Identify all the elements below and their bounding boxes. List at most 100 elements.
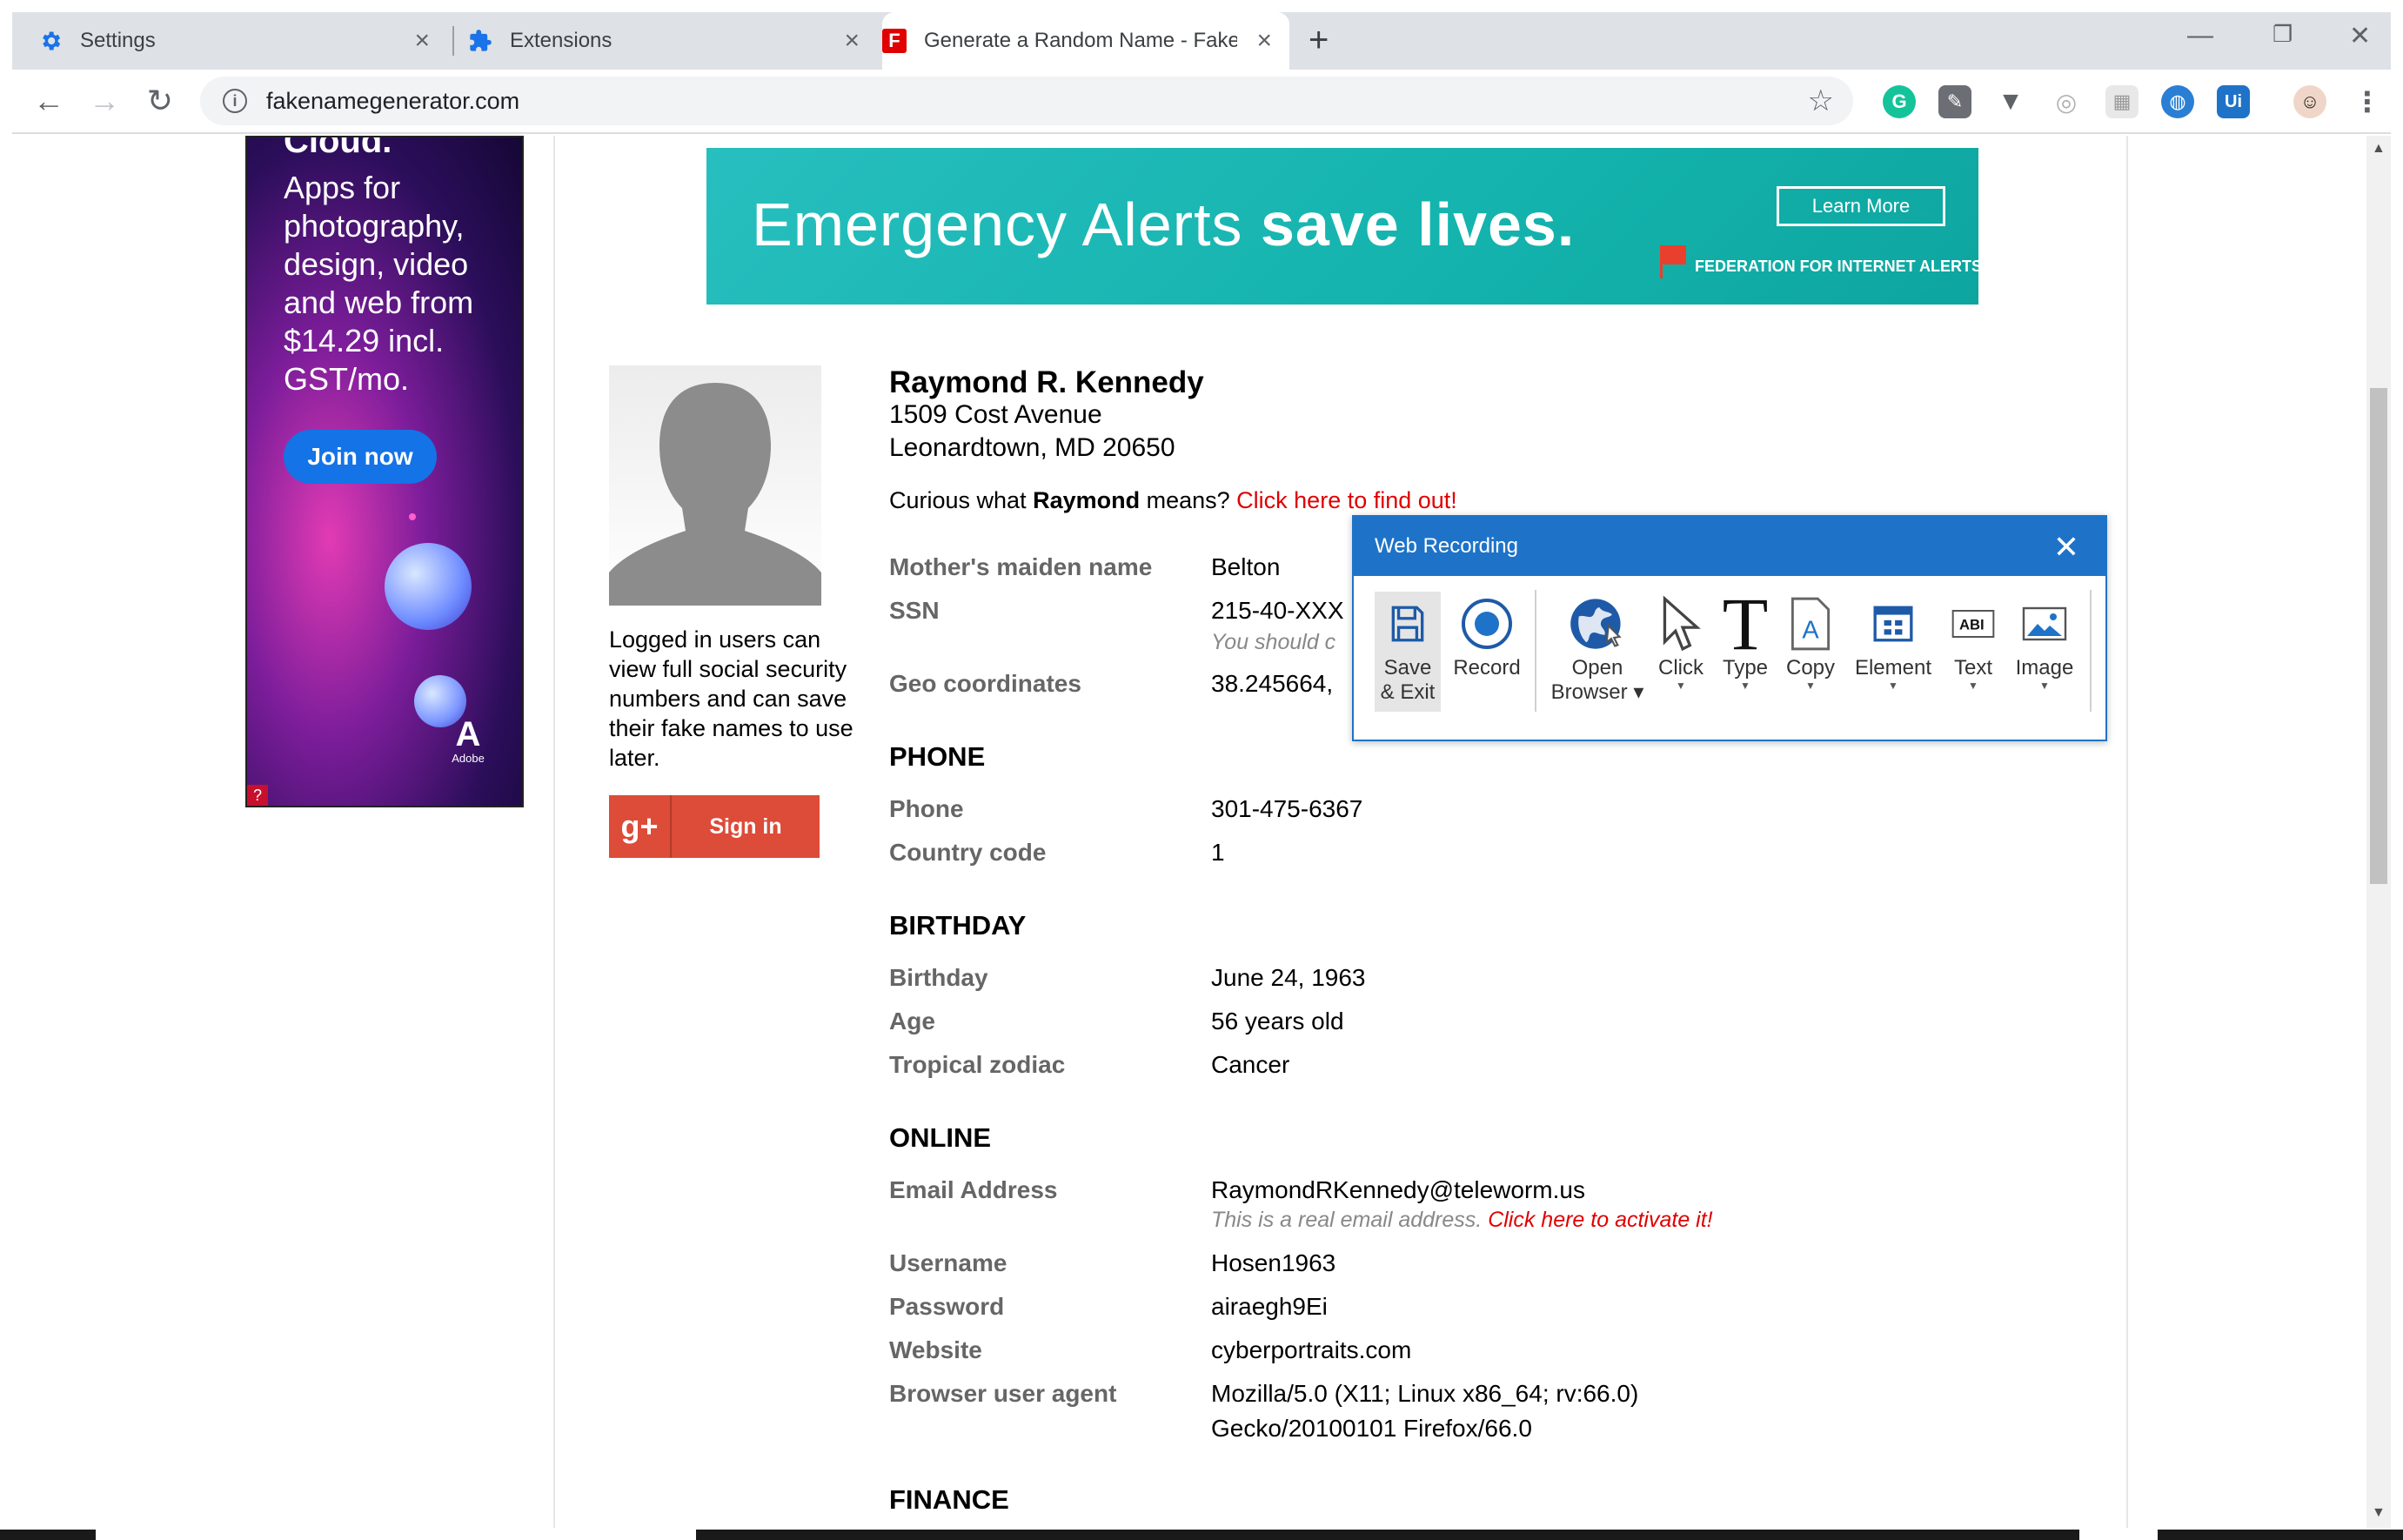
type-button[interactable]: T Type ▼ — [1717, 582, 1773, 692]
image-icon — [2022, 592, 2067, 656]
info-icon[interactable]: i — [223, 89, 247, 113]
grammarly-icon[interactable]: G — [1883, 85, 1916, 118]
scroll-up-icon[interactable]: ▲ — [2372, 141, 2386, 157]
taskbar-segment — [696, 1530, 2079, 1540]
birthday-label: Birthday — [889, 964, 988, 991]
ad-join-button[interactable]: Join now — [284, 430, 437, 484]
website-value: cyberportraits.com — [1211, 1336, 1412, 1363]
geo-value-link[interactable]: 38.245664, — [1211, 670, 1333, 698]
eyedropper-icon[interactable]: ✎ — [1938, 85, 1971, 118]
save-icon — [1386, 592, 1429, 656]
type-t-icon: T — [1722, 582, 1769, 666]
tab-fakename[interactable]: F Generate a Random Name - Fake × — [882, 12, 1289, 70]
person-silhouette-icon — [609, 383, 821, 606]
password-value: airaegh9Ei — [1211, 1293, 1328, 1320]
uipath-icon[interactable]: Ui — [2217, 85, 2250, 118]
svg-text:ABI: ABI — [1959, 617, 1985, 633]
open-browser-button[interactable]: Open Browser ▾ — [1549, 592, 1646, 705]
chevron-down-icon: ▼ — [1888, 680, 1898, 692]
email-value: RaymondRKennedy@teleworm.us — [1211, 1176, 1585, 1203]
zodiac-value: Cancer — [1211, 1051, 1290, 1078]
vue-icon[interactable]: ▼ — [1994, 85, 2027, 118]
flag-icon — [1660, 245, 1686, 278]
timer-icon[interactable]: ◎ — [2050, 85, 2083, 118]
ad-title: Cloud. — [284, 136, 392, 160]
scroll-down-icon[interactable]: ▼ — [2372, 1505, 2386, 1521]
close-icon[interactable]: × — [844, 26, 860, 56]
ssn-note: You should c — [1211, 630, 1336, 654]
reload-icon[interactable]: ↻ — [143, 83, 177, 118]
grid-extension-icon[interactable]: ▦ — [2105, 85, 2139, 118]
planet-graphic — [385, 543, 472, 630]
globe-extension-icon[interactable]: ◍ — [2161, 85, 2194, 118]
tab-label: Extensions — [510, 29, 612, 52]
zodiac-label: Tropical zodiac — [889, 1051, 1066, 1078]
copy-button[interactable]: A Copy ▼ — [1782, 592, 1839, 691]
click-button[interactable]: Click ▼ — [1653, 592, 1709, 691]
profile-avatar-icon[interactable]: ☺ — [2293, 85, 2326, 118]
chevron-down-icon: ▼ — [1740, 680, 1750, 692]
page-viewport: Cloud. Apps for photography, design, vid… — [12, 136, 2366, 1528]
restore-icon[interactable]: ❐ — [2272, 21, 2293, 48]
forward-icon[interactable]: → — [87, 83, 122, 118]
country-code-value: 1 — [1211, 839, 1225, 866]
sign-in-label: Sign in — [709, 814, 782, 839]
window-close-icon[interactable]: ✕ — [2349, 21, 2371, 51]
section-finance: FINANCE — [889, 1484, 1009, 1515]
text-button[interactable]: ABI Text ▼ — [1945, 592, 2001, 691]
chevron-down-icon: ▼ — [1805, 680, 1816, 692]
activate-email-link[interactable]: Click here to activate it! — [1488, 1208, 1712, 1232]
gear-icon — [38, 29, 63, 53]
chevron-down-icon: ▼ — [2039, 680, 2050, 692]
email-note: This is a real email address. Click here… — [1211, 1208, 1713, 1232]
section-online: ONLINE — [889, 1122, 992, 1153]
bookmark-star-icon[interactable]: ☆ — [1808, 84, 1834, 118]
tab-settings[interactable]: Settings × — [38, 12, 447, 70]
chevron-down-icon: ▼ — [1968, 680, 1978, 692]
taskbar-edge — [0, 1528, 2403, 1540]
adchoices-icon[interactable]: ? — [247, 785, 268, 806]
close-icon[interactable]: ✕ — [2053, 529, 2079, 566]
age-value: 56 years old — [1211, 1008, 1344, 1034]
banner-learn-more-button[interactable]: Learn More — [1777, 186, 1945, 226]
svg-text:A: A — [1802, 617, 1819, 645]
user-agent-label: Browser user agent — [889, 1380, 1117, 1407]
web-recording-window: Web Recording ✕ Save & Exit Record Open … — [1352, 515, 2107, 741]
content-border-left — [553, 136, 555, 1528]
element-button[interactable]: Element ▼ — [1850, 592, 1937, 691]
minimize-icon[interactable]: — — [2187, 21, 2213, 50]
planet-graphic — [409, 513, 416, 520]
website-label: Website — [889, 1336, 982, 1363]
back-icon[interactable]: ← — [31, 83, 66, 118]
recording-titlebar[interactable]: Web Recording ✕ — [1354, 517, 2105, 576]
user-agent-line-2: Gecko/20100101 Firefox/66.0 — [1211, 1415, 1532, 1442]
geo-label: Geo coordinates — [889, 670, 1081, 697]
address-bar[interactable]: i fakenamegenerator.com ☆ — [200, 77, 1853, 125]
new-tab-icon[interactable]: + — [1309, 21, 1329, 60]
toolbar-separator — [1535, 590, 1536, 712]
google-plus-icon: g+ — [609, 795, 672, 858]
name-meaning-link[interactable]: Click here to find out! — [1236, 487, 1457, 513]
globe-icon — [1568, 592, 1627, 656]
close-icon[interactable]: × — [414, 26, 430, 56]
save-exit-button[interactable]: Save & Exit — [1375, 592, 1441, 712]
menu-kebab-icon[interactable]: ⋮ — [2351, 85, 2384, 118]
page-scrollbar[interactable]: ▲ ▼ — [2366, 136, 2391, 1528]
copy-document-icon: A — [1789, 592, 1832, 656]
google-signin-button[interactable]: g+ Sign in — [609, 795, 820, 858]
birthday-value: June 24, 1963 — [1211, 964, 1366, 991]
close-icon[interactable]: × — [1256, 26, 1272, 56]
user-agent-line-1: Mozilla/5.0 (X11; Linux x86_64; rv:66.0) — [1211, 1380, 1639, 1407]
login-note: Logged in users can view full social sec… — [609, 626, 853, 771]
tab-extensions[interactable]: Extensions × — [468, 12, 877, 70]
image-button[interactable]: Image ▼ — [2008, 592, 2081, 691]
scroll-thumb[interactable] — [2370, 388, 2387, 884]
age-label: Age — [889, 1008, 935, 1034]
record-button[interactable]: Record — [1448, 592, 1526, 680]
toolbar-separator — [2090, 590, 2092, 712]
cursor-icon — [1659, 592, 1703, 656]
left-ad-adobe[interactable]: Cloud. Apps for photography, design, vid… — [245, 136, 524, 807]
banner-ad[interactable]: Emergency Alerts save lives. Learn More … — [706, 148, 1978, 305]
password-label: Password — [889, 1293, 1005, 1320]
ssn-label: SSN — [889, 597, 940, 624]
